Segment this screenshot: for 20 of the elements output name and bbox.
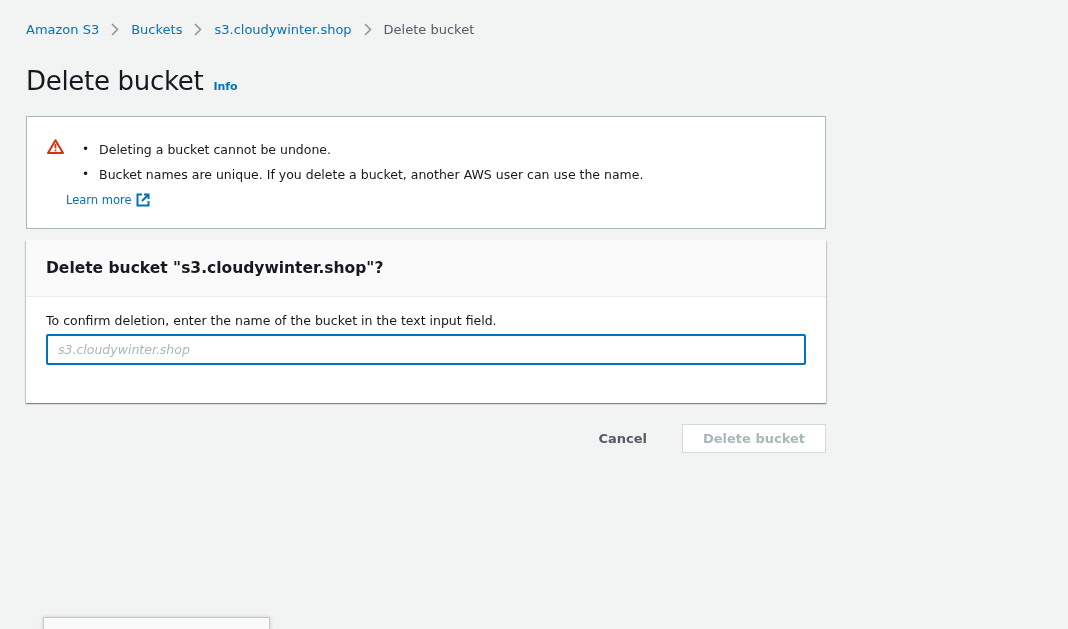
bullet-mark: • [82,166,90,183]
bucket-name-field[interactable]: s3.cloudywinter.shop [46,334,806,365]
cancel-button[interactable]: Cancel [577,424,668,453]
external-link-icon [135,193,150,207]
chevron-icon [194,22,203,36]
learn-more-link[interactable]: Learn more [66,193,150,207]
chevron-icon [111,22,120,36]
warning-icon [47,139,64,154]
current-page-label: Delete bucket [383,21,475,37]
breadcrumb-link[interactable]: Buckets [131,21,183,37]
breadcrumb-link[interactable]: Amazon S3 [26,21,100,37]
panel-title: Delete bucket "s3.cloudywinter.shop"? [46,259,385,277]
bullet-mark: • [82,141,90,158]
warning-text: Bucket names are unique. If you delete a bucket, another AWS user can use the name. [99,166,644,184]
warning-text: Deleting a bucket cannot be undone. [99,141,331,159]
breadcrumb-link[interactable]: s3.cloudywinter.shop [214,21,352,37]
confirm-instruction: To confirm deletion, enter the name of the bucket in the text input field. [46,313,498,328]
chevron-icon [363,22,372,36]
page-title: Delete bucket [26,66,204,96]
info-link[interactable]: Info [213,80,238,93]
